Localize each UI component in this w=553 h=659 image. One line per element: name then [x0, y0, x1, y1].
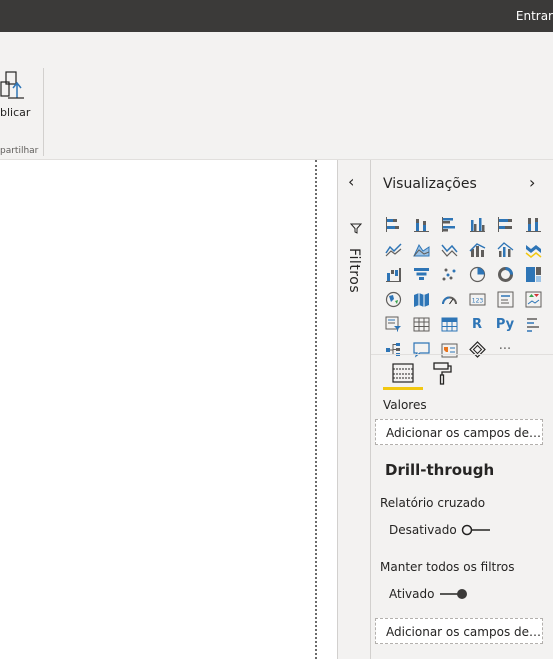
decomposition-tree-icon[interactable]	[379, 337, 407, 362]
area-chart-icon[interactable]	[407, 237, 435, 262]
title-bar: Entrar	[0, 0, 553, 32]
gauge-icon[interactable]	[435, 287, 463, 312]
active-tab-underline	[383, 387, 423, 390]
paint-roller-icon	[433, 362, 452, 385]
smart-narrative-icon[interactable]	[435, 337, 463, 362]
publish-icon[interactable]	[0, 68, 30, 104]
report-canvas[interactable]	[0, 160, 338, 659]
keep-filters-toggle[interactable]: Ativado	[389, 587, 470, 601]
toggle-off-icon	[461, 524, 490, 536]
cross-report-toggle[interactable]: Desativado	[389, 523, 491, 537]
visualizations-pane: Visualizações › 123 R Py ··· Valores Adi…	[371, 160, 553, 659]
filter-funnel-icon	[350, 223, 362, 234]
ribbon-chart-icon[interactable]	[519, 237, 547, 262]
waterfall-chart-icon[interactable]	[379, 262, 407, 287]
r-script-visual-icon[interactable]: R	[463, 312, 491, 337]
chevron-left-icon[interactable]: ‹	[348, 172, 354, 191]
power-apps-icon[interactable]	[463, 337, 491, 362]
tab-fields[interactable]	[383, 360, 423, 390]
line-and-stacked-column-icon[interactable]	[463, 237, 491, 262]
keep-filters-state: Ativado	[389, 587, 435, 601]
drillthrough-field-well[interactable]: Adicionar os campos de dr...	[375, 618, 543, 644]
filters-pane: ‹ Filtros	[337, 160, 371, 659]
key-influencers-icon[interactable]	[519, 312, 547, 337]
chevron-right-icon[interactable]: ›	[529, 173, 535, 192]
stacked-area-chart-icon[interactable]	[435, 237, 463, 262]
visual-type-gallery: 123 R Py ···	[379, 212, 547, 362]
scatter-chart-icon[interactable]	[435, 262, 463, 287]
publish-button-label[interactable]: blicar	[0, 106, 30, 119]
filled-map-icon[interactable]	[407, 287, 435, 312]
matrix-icon[interactable]	[435, 312, 463, 337]
multi-row-card-icon[interactable]	[491, 287, 519, 312]
slicer-icon[interactable]	[379, 312, 407, 337]
qa-visual-icon[interactable]	[407, 337, 435, 362]
clustered-bar-chart-icon[interactable]	[435, 212, 463, 237]
values-field-well[interactable]: Adicionar os campos de da...	[375, 419, 543, 445]
filters-title[interactable]: Filtros	[346, 248, 362, 293]
pie-chart-icon[interactable]	[463, 262, 491, 287]
line-chart-icon[interactable]	[379, 237, 407, 262]
python-visual-icon[interactable]: Py	[491, 312, 519, 337]
ribbon: blicar partilhar	[0, 32, 553, 160]
tab-format[interactable]	[431, 360, 461, 390]
visualizations-title: Visualizações	[383, 176, 477, 192]
100-percent-stacked-bar-icon[interactable]	[491, 212, 519, 237]
kpi-icon[interactable]	[519, 287, 547, 312]
more-visuals-icon[interactable]: ···	[491, 337, 519, 362]
cross-report-label: Relatório cruzado	[380, 496, 486, 510]
card-icon[interactable]: 123	[463, 287, 491, 312]
100-percent-stacked-column-icon[interactable]	[519, 212, 547, 237]
ribbon-separator	[43, 68, 44, 156]
map-icon[interactable]	[379, 287, 407, 312]
fields-icon	[392, 363, 414, 383]
drillthrough-title: Drill-through	[385, 461, 495, 479]
cross-report-state: Desativado	[389, 523, 457, 537]
line-and-clustered-column-icon[interactable]	[491, 237, 519, 262]
stacked-bar-chart-icon[interactable]	[379, 212, 407, 237]
sign-in-link[interactable]: Entrar	[516, 9, 553, 23]
values-label: Valores	[383, 398, 427, 412]
viz-divider	[371, 354, 553, 355]
svg-text:123: 123	[471, 298, 483, 305]
table-icon[interactable]	[407, 312, 435, 337]
donut-chart-icon[interactable]	[491, 262, 519, 287]
share-group-label: partilhar	[0, 146, 39, 156]
treemap-icon[interactable]	[519, 262, 547, 287]
page-boundary	[315, 160, 317, 659]
funnel-chart-icon[interactable]	[407, 262, 435, 287]
toggle-on-icon	[440, 589, 468, 599]
clustered-column-chart-icon[interactable]	[463, 212, 491, 237]
stacked-column-chart-icon[interactable]	[407, 212, 435, 237]
keep-filters-label: Manter todos os filtros	[380, 560, 515, 574]
